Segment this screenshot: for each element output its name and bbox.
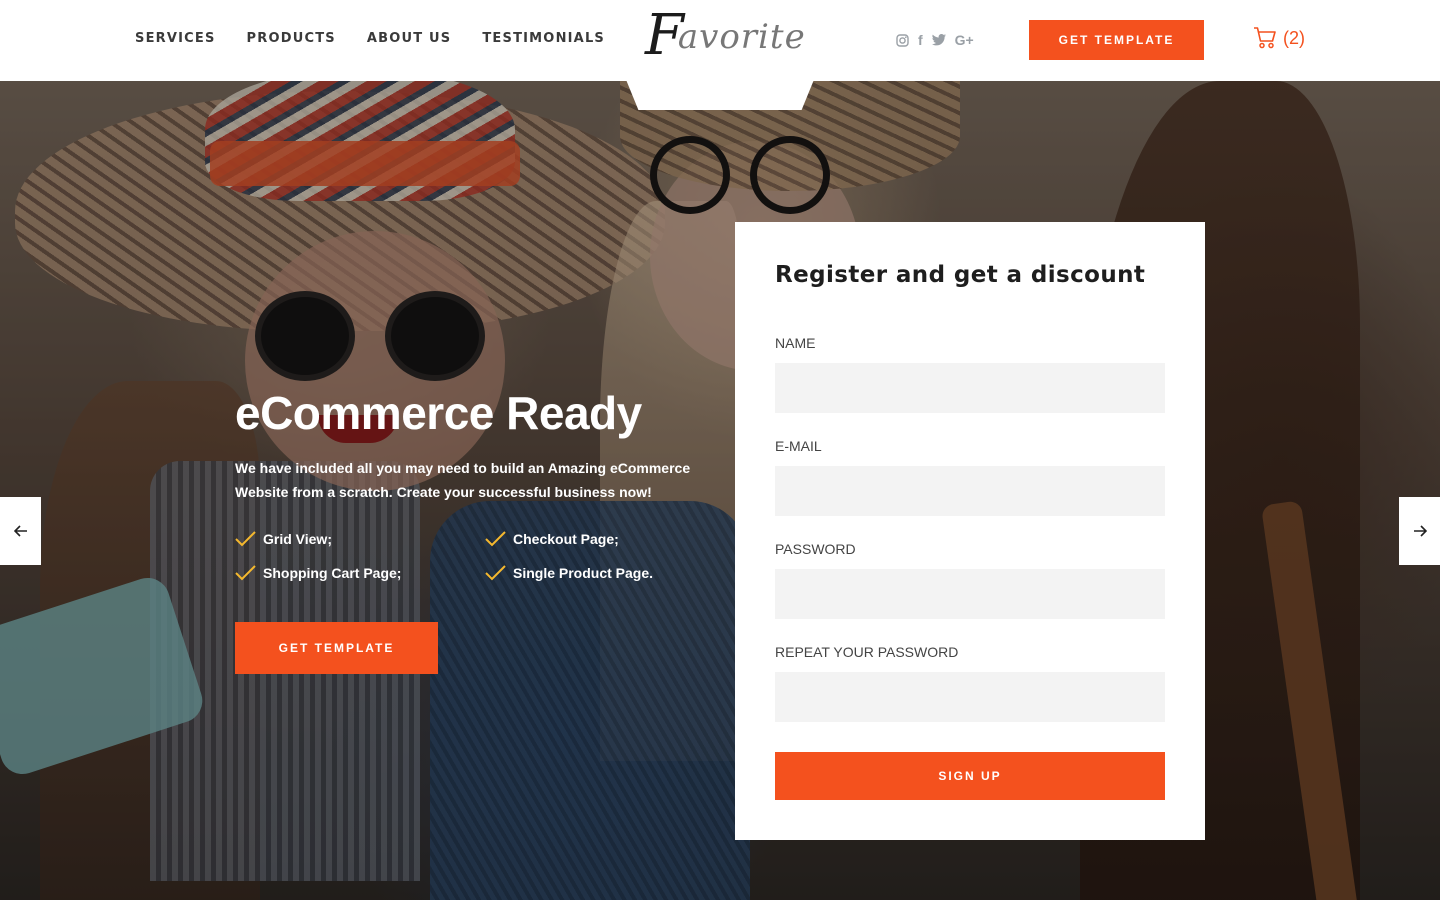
arrow-right-icon <box>1413 525 1427 537</box>
sign-up-button[interactable]: SIGN UP <box>775 752 1165 800</box>
slider-next-button[interactable] <box>1399 497 1440 565</box>
nav-link-products[interactable]: PRODUCTS <box>247 31 336 46</box>
list-item: Grid View; <box>235 529 485 549</box>
cart-icon <box>1254 27 1276 49</box>
hero-description: We have included all you may need to bui… <box>235 460 691 500</box>
list-item: Single Product Page. <box>485 563 705 583</box>
main-nav: SERVICES PRODUCTS ABOUT US TESTIMONIALS <box>135 31 636 46</box>
email-label: E-MAIL <box>775 438 822 454</box>
feature-label: Shopping Cart Page; <box>263 565 402 581</box>
twitter-icon[interactable] <box>931 34 946 46</box>
nav-link-testimonials[interactable]: TESTIMONIALS <box>482 31 605 46</box>
hero-title: eCommerce Ready <box>235 387 642 439</box>
feature-label: Single Product Page. <box>513 565 654 581</box>
check-icon <box>235 531 256 547</box>
feature-list: Grid View; Checkout Page; Shopping Cart … <box>235 529 705 583</box>
nav-link-about-us[interactable]: ABOUT US <box>367 31 452 46</box>
register-form: Register and get a discount NAME E-MAIL … <box>735 222 1205 840</box>
hero-slider: eCommerce Ready We have included all you… <box>0 81 1440 900</box>
repeat-password-label: REPEAT YOUR PASSWORD <box>775 644 959 660</box>
facebook-icon[interactable]: f <box>918 31 923 49</box>
cart-link[interactable]: (2) <box>1253 27 1305 49</box>
slider-prev-button[interactable] <box>0 497 41 565</box>
logo-text: avorite <box>677 17 806 57</box>
password-field[interactable] <box>775 569 1165 619</box>
password-label: PASSWORD <box>775 541 856 557</box>
email-field[interactable] <box>775 466 1165 516</box>
form-title: Register and get a discount <box>775 262 1146 288</box>
check-icon <box>485 531 506 547</box>
repeat-password-field[interactable] <box>775 672 1165 722</box>
google-plus-icon[interactable]: G+ <box>955 31 974 49</box>
hero-get-template-button[interactable]: GET TEMPLATE <box>235 622 438 674</box>
check-icon <box>485 565 506 581</box>
check-icon <box>235 565 256 581</box>
social-links: f G+ <box>896 31 974 49</box>
cart-count: (2) <box>1283 27 1305 48</box>
list-item: Shopping Cart Page; <box>235 563 485 583</box>
instagram-icon[interactable] <box>896 33 909 47</box>
feature-label: Grid View; <box>263 531 332 547</box>
name-label: NAME <box>775 335 816 351</box>
header-get-template-button[interactable]: GET TEMPLATE <box>1029 20 1204 60</box>
arrow-left-icon <box>13 525 27 537</box>
name-field[interactable] <box>775 363 1165 413</box>
site-logo[interactable]: Favorite <box>645 6 812 66</box>
feature-label: Checkout Page; <box>513 531 619 547</box>
list-item: Checkout Page; <box>485 529 705 549</box>
nav-link-services[interactable]: SERVICES <box>135 31 216 46</box>
